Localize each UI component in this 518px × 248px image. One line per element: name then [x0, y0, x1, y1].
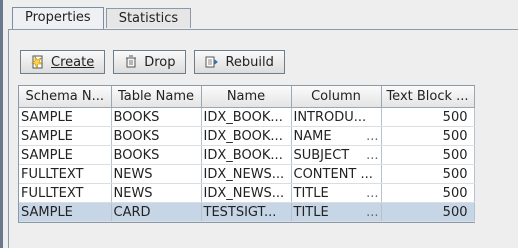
ellipsis-indicator: ...: [366, 128, 379, 144]
table-row[interactable]: SAMPLE BOOKS IDX_BOOK... SUBJECT ... 500: [19, 145, 475, 165]
create-label: Create: [51, 54, 95, 70]
cell-text-block: 500: [381, 164, 475, 184]
tab-properties[interactable]: Properties: [12, 7, 104, 29]
cell-name: IDX_NEWS...: [201, 164, 292, 184]
cell-column: TITLE ...: [291, 202, 382, 222]
table-row[interactable]: SAMPLE BOOKS IDX_BOOK... INTRODU... 500: [19, 107, 475, 127]
cell-column: NAME ...: [291, 126, 382, 146]
table-header-row: Schema N... Table Name Name Column Text …: [19, 86, 475, 108]
ellipsis-indicator: ...: [366, 147, 379, 163]
index-table: Schema N... Table Name Name Column Text …: [18, 85, 475, 223]
table-row-selected[interactable]: SAMPLE CARD TESTSIGT... TITLE ... 500: [19, 202, 475, 222]
column-header-name[interactable]: Name: [201, 86, 292, 108]
rebuild-button[interactable]: Rebuild: [194, 50, 285, 74]
ellipsis-indicator: ...: [366, 204, 379, 220]
cell-text-block: 500: [381, 126, 475, 146]
cell-column-value: NAME: [293, 128, 332, 144]
ellipsis-indicator: ...: [366, 185, 379, 201]
table-row[interactable]: SAMPLE BOOKS IDX_BOOK... NAME ... 500: [19, 126, 475, 146]
column-header-text-block[interactable]: Text Block ...: [381, 86, 475, 108]
cell-table-name: CARD: [111, 202, 202, 222]
drop-button[interactable]: Drop: [113, 50, 187, 74]
column-header-column[interactable]: Column: [291, 86, 382, 108]
rebuild-icon: [205, 55, 219, 69]
toolbar: Create Drop Rebuild: [20, 50, 285, 74]
cell-schema: SAMPLE: [19, 202, 112, 222]
cell-column: INTRODU...: [291, 107, 382, 127]
cell-column-value: SUBJECT: [293, 147, 350, 163]
cell-table-name: NEWS: [111, 164, 202, 184]
table-row[interactable]: FULLTEXT NEWS IDX_NEWS... TITLE ... 500: [19, 183, 475, 203]
drop-label: Drop: [144, 54, 176, 70]
cell-schema: FULLTEXT: [19, 183, 112, 203]
cell-name: IDX_NEWS...: [201, 183, 292, 203]
cell-name: IDX_BOOK...: [201, 107, 292, 127]
tab-bar: Properties Statistics: [12, 7, 193, 29]
table-row[interactable]: FULLTEXT NEWS IDX_NEWS... CONTENT ... 50…: [19, 164, 475, 184]
cell-text-block: 500: [381, 183, 475, 203]
rebuild-label: Rebuild: [225, 54, 274, 70]
create-button[interactable]: Create: [20, 50, 106, 74]
cell-column-value: TITLE: [293, 185, 329, 201]
new-index-icon: [31, 55, 45, 69]
cell-column: TITLE ...: [291, 183, 382, 203]
cell-column: SUBJECT ...: [291, 145, 382, 165]
window-left-edge: [0, 0, 3, 248]
cell-schema: SAMPLE: [19, 145, 112, 165]
cell-name: TESTSIGT...: [201, 202, 292, 222]
cell-column-value: TITLE: [293, 204, 329, 220]
cell-text-block: 500: [381, 202, 475, 222]
cell-table-name: BOOKS: [111, 107, 202, 127]
cell-table-name: BOOKS: [111, 145, 202, 165]
cell-name: IDX_BOOK...: [201, 145, 292, 165]
column-header-schema[interactable]: Schema N...: [19, 86, 112, 108]
cell-schema: SAMPLE: [19, 107, 112, 127]
cell-text-block: 500: [381, 107, 475, 127]
cell-schema: SAMPLE: [19, 126, 112, 146]
cell-text-block: 500: [381, 145, 475, 165]
cell-table-name: BOOKS: [111, 126, 202, 146]
column-header-table-name[interactable]: Table Name: [111, 86, 202, 108]
cell-name: IDX_BOOK...: [201, 126, 292, 146]
drop-icon: [124, 55, 138, 69]
tab-statistics[interactable]: Statistics: [105, 8, 192, 28]
cell-column: CONTENT ...: [291, 164, 382, 184]
cell-schema: FULLTEXT: [19, 164, 112, 184]
cell-table-name: NEWS: [111, 183, 202, 203]
